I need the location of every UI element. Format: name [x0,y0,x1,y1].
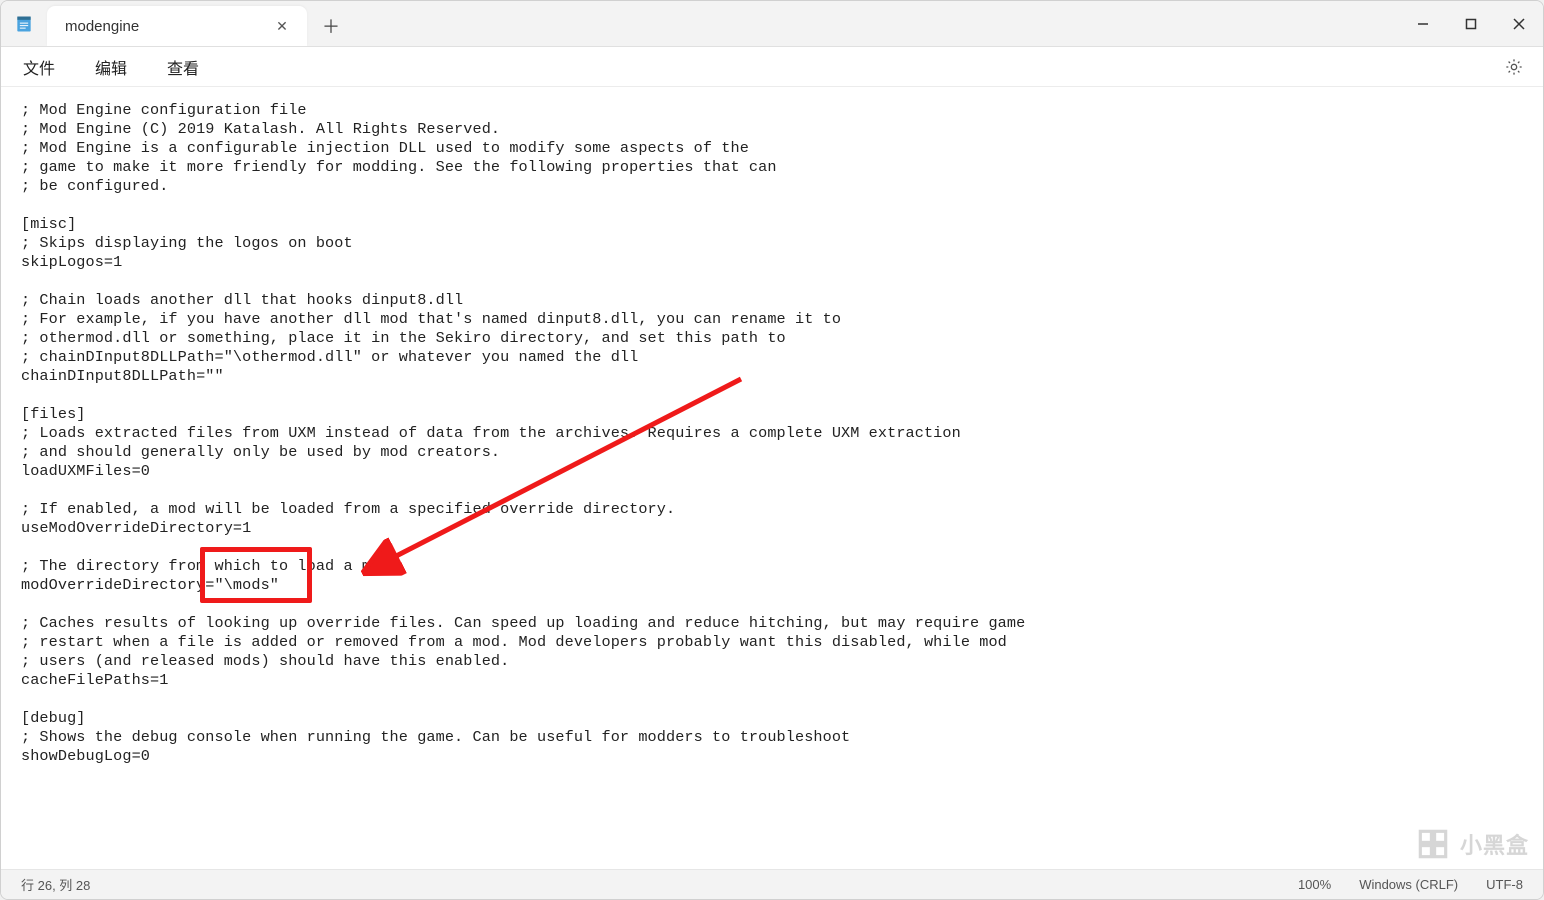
gear-icon[interactable] [1499,52,1529,82]
status-bar: 行 26, 列 28 100% Windows (CRLF) UTF-8 [1,869,1543,899]
tab-strip: modengine ✕ ＋ [47,1,1399,46]
new-tab-button[interactable]: ＋ [311,6,351,46]
editor-text[interactable]: ; Mod Engine configuration file ; Mod En… [21,101,1523,766]
window-controls [1399,1,1543,46]
menu-edit[interactable]: 编辑 [87,51,135,83]
titlebar: modengine ✕ ＋ [1,1,1543,47]
maximize-button[interactable] [1447,1,1495,46]
close-tab-icon[interactable]: ✕ [271,15,293,37]
tab-title: modengine [65,18,261,35]
status-line-ending[interactable]: Windows (CRLF) [1359,877,1458,892]
menu-bar: 文件 编辑 查看 [1,47,1543,87]
menu-view[interactable]: 查看 [159,51,207,83]
status-zoom[interactable]: 100% [1298,877,1331,892]
editor-area[interactable]: ; Mod Engine configuration file ; Mod En… [1,87,1543,869]
close-window-button[interactable] [1495,1,1543,46]
status-encoding[interactable]: UTF-8 [1486,877,1523,892]
menu-file[interactable]: 文件 [15,51,63,83]
app-icon [1,1,47,46]
status-cursor: 行 26, 列 28 [21,875,90,894]
minimize-button[interactable] [1399,1,1447,46]
notepad-window: modengine ✕ ＋ 文件 编辑 查看 [0,0,1544,900]
tab-modengine[interactable]: modengine ✕ [47,6,307,46]
